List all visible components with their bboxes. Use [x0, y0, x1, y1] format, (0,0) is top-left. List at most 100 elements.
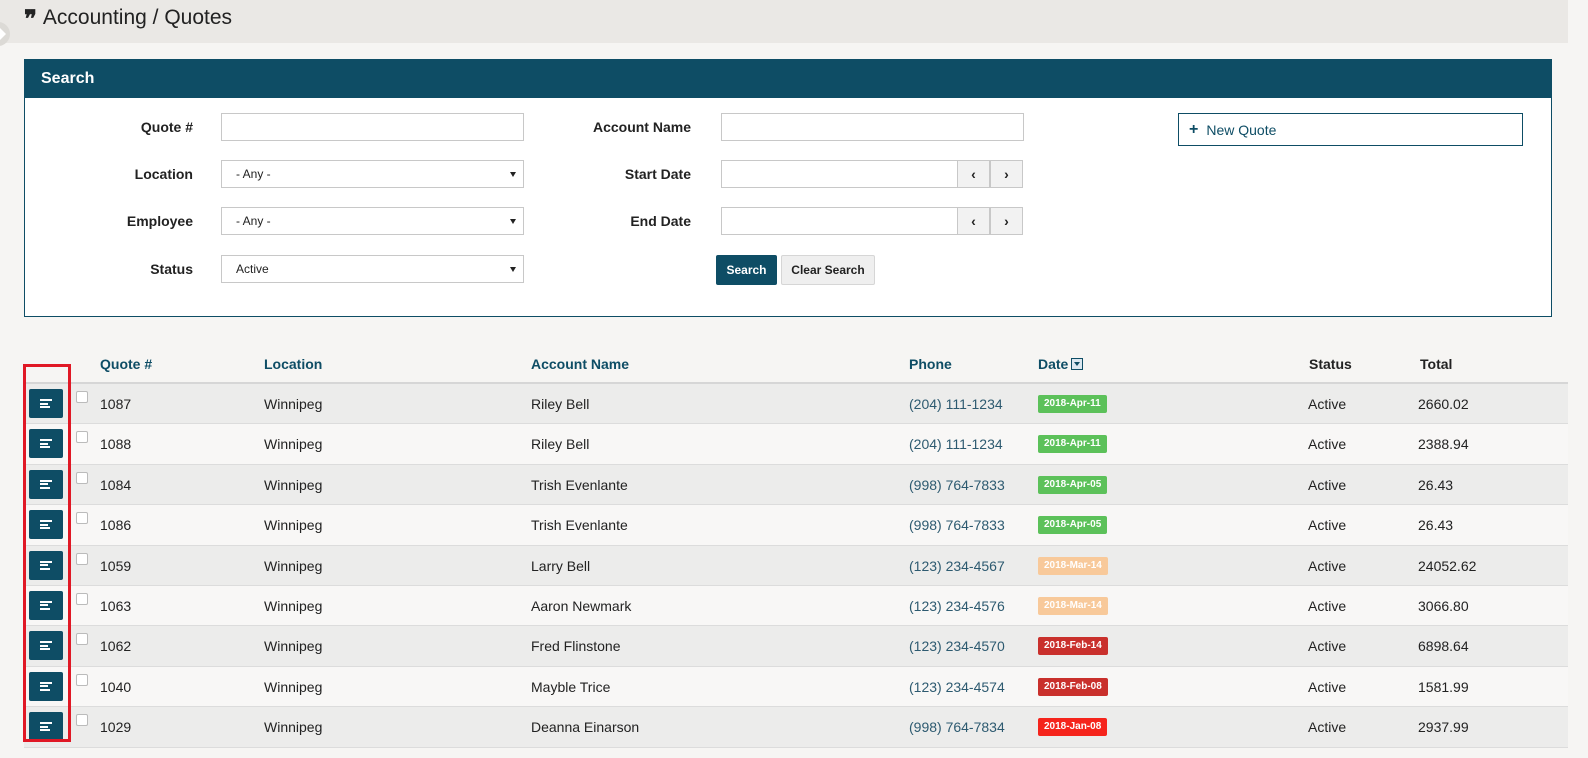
start-date-prev-button[interactable]: ‹	[957, 160, 990, 188]
table-row: 1087 Winnipeg Riley Bell (204) 111-1234 2018…	[24, 384, 1568, 425]
caret-down-icon	[510, 267, 516, 272]
column-header-quote[interactable]: Quote #	[100, 356, 152, 372]
cell-status: Active	[1308, 597, 1347, 614]
status-select[interactable]: Active	[221, 255, 524, 283]
cell-quote-number[interactable]: 1029	[100, 719, 131, 735]
column-header-phone[interactable]: Phone	[909, 356, 952, 372]
cell-location: Winnipeg	[264, 436, 323, 453]
cell-account-name: Trish Evenlante	[531, 476, 628, 493]
cell-total: 2660.02	[1418, 396, 1469, 412]
row-details-button[interactable]	[29, 712, 63, 742]
clear-search-button[interactable]: Clear Search	[781, 255, 875, 285]
details-icon	[40, 520, 52, 530]
row-details-button[interactable]	[29, 389, 63, 418]
row-checkbox[interactable]	[76, 512, 88, 525]
row-details-button[interactable]	[29, 671, 63, 701]
start-date-input[interactable]	[721, 160, 958, 188]
row-details-button[interactable]	[29, 510, 63, 540]
details-icon	[40, 641, 52, 651]
cell-status: Active	[1308, 638, 1347, 655]
column-header-account[interactable]: Account Name	[531, 356, 629, 372]
cell-quote-number[interactable]: 1063	[100, 598, 131, 614]
cell-status: Active	[1308, 678, 1347, 695]
employee-select[interactable]: - Any -	[221, 207, 524, 235]
cell-total: 2937.99	[1418, 719, 1469, 736]
cell-status: Active	[1308, 436, 1347, 453]
search-panel-title: Search	[25, 60, 1551, 98]
column-header-total: Total	[1420, 356, 1453, 372]
page-title-text: Accounting / Quotes	[42, 6, 233, 29]
cell-phone-link[interactable]: (204) 111-1234	[909, 436, 1003, 452]
cell-quote-number[interactable]: 1059	[100, 558, 131, 574]
cell-phone-link[interactable]: (123) 234-4567	[909, 558, 1005, 574]
table-row: 1086 Winnipeg Trish Evenlante (998) 764-783…	[24, 505, 1568, 546]
column-header-date[interactable]: Date	[1038, 356, 1084, 372]
row-checkbox[interactable]	[76, 431, 88, 444]
cell-status: Active	[1308, 719, 1347, 736]
cell-account-name: Fred Flinstone	[531, 638, 621, 655]
cell-phone-link[interactable]: (204) 111-1234	[909, 396, 1003, 412]
row-details-button[interactable]	[29, 469, 63, 499]
row-details-button[interactable]	[29, 590, 63, 620]
row-checkbox[interactable]	[76, 391, 88, 403]
chevron-right-icon: ›	[1004, 213, 1009, 229]
column-header-location[interactable]: Location	[264, 356, 322, 372]
date-badge: 2018-Apr-11	[1038, 435, 1107, 454]
cell-phone-link[interactable]: (998) 764-7833	[909, 477, 1005, 493]
caret-down-icon	[510, 172, 516, 177]
cell-quote-number[interactable]: 1062	[100, 638, 131, 654]
location-select[interactable]: - Any -	[221, 160, 524, 188]
table-row: 1084 Winnipeg Trish Evenlante (998) 764-783…	[24, 464, 1568, 506]
end-date-input[interactable]	[721, 207, 958, 235]
caret-down-icon	[510, 219, 516, 224]
cell-phone-link[interactable]: (123) 234-4576	[909, 598, 1005, 614]
new-quote-button[interactable]: + New Quote	[1178, 113, 1523, 146]
table-header: Quote # Location Account Name Phone Date…	[24, 344, 1568, 384]
row-checkbox[interactable]	[76, 592, 88, 605]
account-name-input[interactable]	[721, 113, 1024, 141]
quote-number-input[interactable]	[221, 113, 524, 141]
cell-quote-number[interactable]: 1040	[100, 679, 131, 695]
table-row: 1062 Winnipeg Fred Flinstone (123) 234-4570…	[24, 626, 1568, 667]
cell-location: Winnipeg	[264, 557, 323, 574]
cell-total: 26.43	[1418, 476, 1454, 493]
cell-location: Winnipeg	[264, 719, 323, 736]
page-title: ❞ Accounting / Quotes	[24, 6, 233, 31]
row-details-button[interactable]	[29, 631, 63, 661]
cell-location: Winnipeg	[264, 638, 323, 655]
cell-account-name: Larry Bell	[531, 557, 591, 574]
cell-phone-link[interactable]: (123) 234-4570	[909, 638, 1005, 654]
cell-phone-link[interactable]: (123) 234-4574	[909, 679, 1005, 695]
end-date-next-button[interactable]: ›	[990, 207, 1023, 235]
date-badge: 2018-Mar-14	[1038, 596, 1108, 615]
cell-quote-number[interactable]: 1086	[100, 517, 131, 533]
quote-number-label: Quote #	[140, 119, 193, 135]
cell-phone-link[interactable]: (998) 764-7834	[909, 719, 1005, 735]
cell-phone-link[interactable]: (998) 764-7833	[909, 517, 1005, 533]
row-checkbox[interactable]	[76, 673, 88, 686]
cell-status: Active	[1308, 476, 1347, 493]
cell-quote-number[interactable]: 1087	[100, 396, 131, 412]
row-details-button[interactable]	[29, 429, 63, 459]
search-button[interactable]: Search	[716, 255, 777, 285]
row-checkbox[interactable]	[76, 471, 88, 484]
sort-desc-icon[interactable]	[1071, 358, 1084, 370]
cell-total: 24052.62	[1418, 557, 1477, 574]
column-header-status: Status	[1309, 356, 1352, 372]
cell-quote-number[interactable]: 1084	[100, 477, 131, 493]
end-date-label: End Date	[630, 213, 691, 229]
column-header-date-label: Date	[1038, 356, 1069, 372]
cell-account-name: Riley Bell	[531, 436, 590, 453]
row-details-button[interactable]	[29, 550, 63, 580]
start-date-next-button[interactable]: ›	[990, 160, 1023, 188]
row-checkbox[interactable]	[76, 552, 88, 565]
end-date-prev-button[interactable]: ‹	[957, 207, 990, 235]
details-icon	[40, 399, 52, 408]
row-checkbox[interactable]	[76, 714, 88, 727]
row-checkbox[interactable]	[76, 633, 88, 646]
status-label: Status	[150, 261, 193, 277]
cell-account-name: Aaron Newmark	[531, 597, 632, 614]
cell-total: 1581.99	[1418, 678, 1469, 695]
cell-quote-number[interactable]: 1088	[100, 436, 131, 452]
cell-total: 26.43	[1418, 517, 1454, 534]
